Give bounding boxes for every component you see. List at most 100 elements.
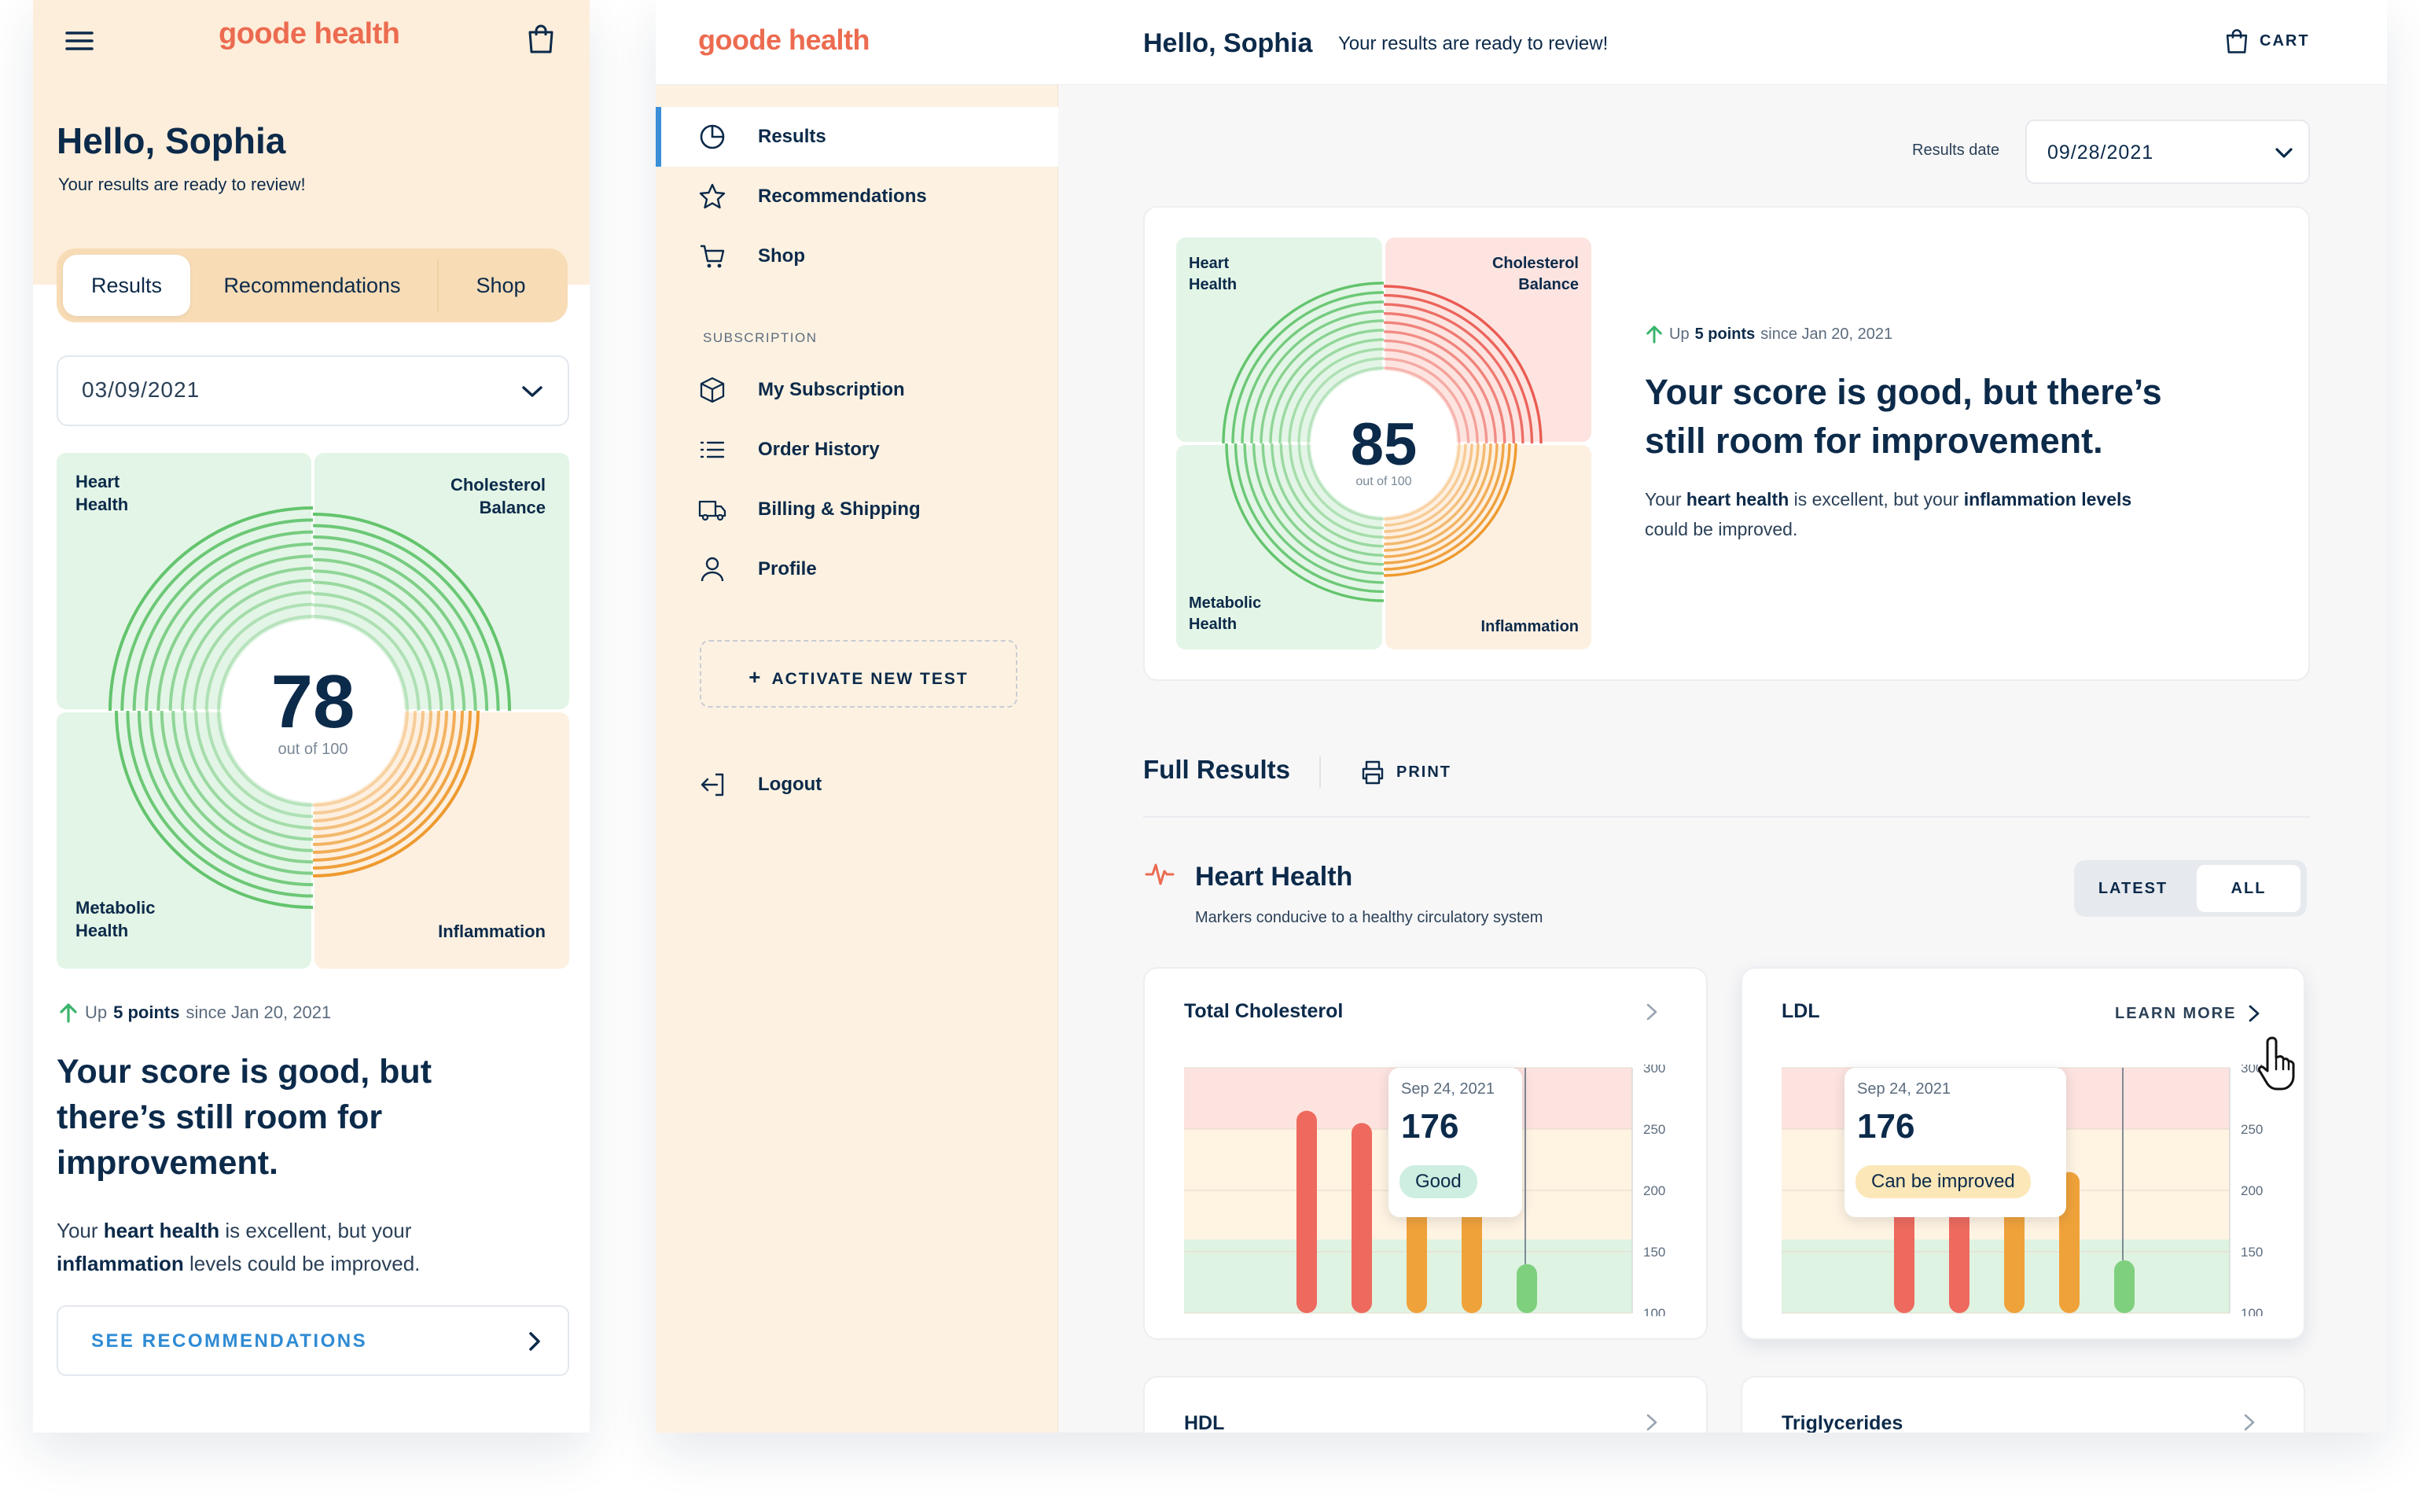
activate-label: ACTIVATE NEW TEST [771, 670, 969, 688]
date-select[interactable]: 03/09/2021 [57, 355, 569, 426]
chart-bar [1894, 1200, 1914, 1313]
cart-label: CART [2260, 31, 2310, 50]
arrow-up-icon [1646, 326, 1662, 344]
score-change: Up 5 points since Jan 20, 2021 [1645, 324, 1892, 344]
learn-more-label: LEARN MORE [2115, 1004, 2237, 1022]
score-description: Your heart health is excellent, but your… [57, 1214, 528, 1280]
desc-bold-2: inflammation levels [1963, 489, 2132, 510]
quadrant-label-cholesterol: Cholesterol Balance [1491, 255, 1579, 293]
sidebar-item-my-subscription[interactable]: My Subscription [656, 360, 1058, 420]
cart-button[interactable]: CART [2223, 27, 2310, 55]
learn-more-link[interactable]: LEARN MORE [2115, 1003, 2261, 1024]
chart-bar [1296, 1110, 1317, 1313]
user-icon [701, 557, 724, 582]
toggle-all[interactable]: ALL [2197, 865, 2300, 912]
sidebar-item-logout[interactable]: Logout [656, 755, 1058, 815]
score-out-of: out of 100 [278, 741, 348, 758]
mobile-tabs: Results Recommendations Shop [57, 248, 568, 322]
score-description: Your heart health is excellent, but your… [1645, 484, 2179, 544]
tab-shop[interactable]: Shop [442, 255, 560, 316]
header-greeting: Hello, Sophia [1143, 28, 1313, 58]
quadrant-label-heart: Heart Health [1189, 255, 1238, 293]
chevron-down-icon [520, 384, 544, 399]
see-recommendations-button[interactable]: SEE RECOMMENDATIONS [57, 1305, 569, 1376]
pulse-icon [1145, 860, 1175, 887]
y-tick-label: 200 [1643, 1183, 1665, 1198]
toggle-latest[interactable]: LATEST [2074, 860, 2192, 917]
desc-text-3: could be improved. [1645, 519, 1798, 539]
marker-card-total-cholesterol[interactable]: Total Cholesterol 300 250 200 150 100 Sep 24… [1143, 967, 1708, 1340]
tab-recommendations[interactable]: Recommendations [198, 255, 426, 316]
header-subtitle: Your results are ready to review! [1338, 33, 1609, 54]
score-out-of: out of 100 [1355, 475, 1412, 488]
chevron-right-icon[interactable] [2242, 1412, 2256, 1433]
see-recommendations-label: SEE RECOMMENDATIONS [91, 1330, 368, 1352]
marker-card-hdl[interactable]: HDL [1143, 1376, 1708, 1433]
greeting-subtitle: Your results are ready to review! [58, 175, 306, 194]
results-date-label: Results date [1912, 142, 2000, 159]
print-label: PRINT [1396, 763, 1451, 781]
status-badge: Can be improved [1855, 1165, 2031, 1198]
chart-bar [1352, 1123, 1372, 1313]
chart-bar [1949, 1200, 1969, 1313]
sidebar-item-label: Shop [758, 245, 805, 267]
score-change-points: 5 points [113, 1002, 180, 1022]
brand-logo[interactable]: goode health [219, 17, 400, 51]
brand-logo[interactable]: goode health [698, 24, 870, 57]
score-change-points: 5 points [1694, 325, 1756, 343]
quadrant-label-inflammation: Inflammation [438, 922, 546, 941]
marker-title: LDL [1782, 1000, 1820, 1022]
print-button[interactable]: PRINT [1360, 760, 1451, 785]
bag-icon [2226, 29, 2248, 53]
score-change-prefix: Up [1669, 325, 1690, 343]
y-tick-label: 100 [2241, 1306, 2263, 1316]
marker-card-ldl[interactable]: LDL LEARN MORE 300 250 200 150 100 Sep 24, 2… [1741, 967, 2305, 1340]
quadrant-label-metabolic: Metabolic Health [1189, 594, 1262, 633]
chart-bar [1462, 1200, 1482, 1313]
bag-icon[interactable] [525, 22, 557, 55]
chevron-right-icon [527, 1330, 542, 1352]
marker-title: Total Cholesterol [1184, 1000, 1344, 1022]
sidebar-item-shop[interactable]: Shop [656, 226, 1058, 286]
sidebar-item-profile[interactable]: Profile [656, 539, 1058, 599]
hamburger-menu-icon[interactable] [64, 28, 94, 53]
results-date-select[interactable]: 09/28/2021 [2025, 120, 2310, 184]
desc-text-2: is excellent, but your [225, 1219, 412, 1242]
y-tick-label: 150 [2241, 1245, 2263, 1260]
quadrant-label-cholesterol: Cholesterol Balance [450, 475, 546, 517]
sidebar-item-label: Recommendations [758, 186, 927, 207]
desc-bold-1: heart health [1686, 489, 1789, 510]
sidebar-item-billing-shipping[interactable]: Billing & Shipping [656, 480, 1058, 539]
tab-results[interactable]: Results [63, 255, 190, 316]
chevron-right-icon[interactable] [1645, 1002, 1659, 1022]
sidebar: Results Recommendations Shop SUBSCRIPTIO… [656, 85, 1058, 1433]
sidebar-item-label: My Subscription [758, 379, 905, 400]
plus-icon: + [748, 665, 763, 689]
marker-title: Triglycerides [1782, 1412, 1903, 1433]
logout-icon [701, 773, 724, 796]
desc-bold-2: inflammation [57, 1252, 184, 1275]
chart-bar [2114, 1260, 2135, 1313]
y-tick-label: 250 [1643, 1122, 1665, 1137]
score-headline: Your score is good, but there’s still ro… [57, 1053, 432, 1182]
y-tick-label: 250 [2241, 1122, 2263, 1137]
sidebar-item-recommendations[interactable]: Recommendations [656, 167, 1058, 226]
quadrant-label-metabolic: Metabolic Health [75, 898, 156, 940]
desktop-header: goode health Hello, Sophia Your results … [656, 0, 2387, 85]
status-badge: Good [1399, 1165, 1477, 1198]
star-icon [699, 183, 726, 209]
marker-title: HDL [1184, 1412, 1225, 1433]
greeting: Hello, Sophia [57, 120, 286, 161]
arrow-up-icon [60, 1003, 77, 1023]
activate-new-test-button[interactable]: + ACTIVATE NEW TEST [700, 640, 1017, 708]
sidebar-item-label: Profile [758, 558, 817, 579]
sidebar-item-order-history[interactable]: Order History [656, 420, 1058, 480]
y-tick-label: 150 [1643, 1245, 1665, 1260]
sidebar-item-label: Order History [758, 439, 880, 460]
list-icon [700, 441, 725, 458]
chevron-right-icon[interactable] [1645, 1412, 1659, 1433]
sidebar-item-results[interactable]: Results [656, 107, 1058, 167]
marker-card-triglycerides[interactable]: Triglycerides [1741, 1376, 2305, 1433]
score-value: 78 [270, 660, 355, 744]
y-tick-label: 100 [1643, 1306, 1665, 1316]
